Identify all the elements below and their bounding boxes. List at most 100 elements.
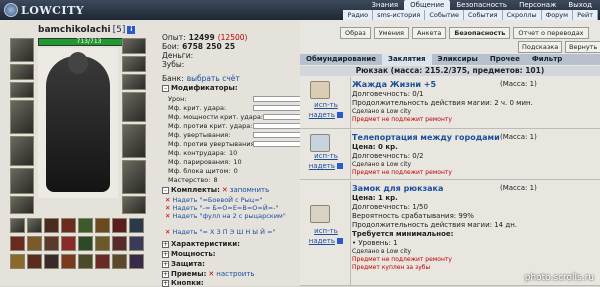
settings-icon[interactable]: ✕	[208, 270, 214, 278]
tab-elixirs[interactable]: Эликсиры	[432, 54, 484, 65]
wear-label[interactable]: надеть	[309, 111, 335, 119]
menu-item-knowledge[interactable]: Знания	[365, 0, 404, 10]
tab-spells[interactable]: Заклятия	[382, 54, 432, 65]
delete-kit-icon[interactable]: ✕	[165, 204, 170, 212]
submenu-item-events[interactable]: События	[464, 10, 503, 20]
wear-label[interactable]: надеть	[309, 237, 335, 245]
use-link[interactable]: исп-ть	[303, 227, 349, 235]
expand-icon[interactable]: +	[162, 261, 169, 268]
armor-slot[interactable]	[10, 136, 34, 166]
delete-kit-icon[interactable]: ✕	[165, 228, 170, 236]
expand-icon[interactable]: +	[162, 241, 169, 248]
return-button[interactable]: Вернуть	[565, 41, 600, 53]
remove-icon[interactable]: ✕	[222, 186, 228, 194]
info-icon[interactable]: i	[127, 26, 135, 34]
rune-slot-3[interactable]	[44, 254, 59, 269]
logo[interactable]: LOWCITY	[4, 2, 84, 18]
helmet-slot[interactable]	[10, 38, 34, 62]
remember-kit-link[interactable]: запомнить	[230, 186, 269, 194]
bank-select-link[interactable]: выбрать счёт	[187, 74, 240, 83]
expand-icon[interactable]: +	[162, 251, 169, 258]
tab-filter[interactable]: Фильтр	[526, 54, 568, 65]
menu-item-communication[interactable]: Общение	[404, 0, 450, 10]
spell-slot-3[interactable]	[44, 236, 59, 251]
delete-kit-icon[interactable]: ✕	[165, 196, 170, 204]
item-name[interactable]: Телепортация между городами	[352, 133, 500, 142]
wear-label[interactable]: надеть	[309, 162, 335, 170]
spell-slot-2[interactable]	[27, 236, 42, 251]
submenu-item-forum[interactable]: Форум	[542, 10, 573, 20]
rune-slot-5[interactable]	[78, 254, 93, 269]
belt-item-5[interactable]	[78, 218, 93, 233]
belt-item-1[interactable]	[10, 218, 25, 233]
spell-slot-1[interactable]	[10, 236, 25, 251]
ring-slot-1[interactable]	[122, 38, 146, 54]
leggings-slot[interactable]	[122, 160, 146, 194]
use-link[interactable]: исп-ть	[303, 152, 349, 160]
kit-item[interactable]: ✕Надеть "=БоевоЙ с Рыц="	[165, 196, 263, 204]
boots-right-slot[interactable]	[122, 196, 146, 214]
rune-slot-7[interactable]	[112, 254, 127, 269]
rune-slot-6[interactable]	[95, 254, 110, 269]
belt-item-4[interactable]	[61, 218, 76, 233]
belt-item-8[interactable]	[129, 218, 144, 233]
power-section[interactable]: +Мощность:	[162, 250, 216, 258]
kit-link[interactable]: Надеть "фулл на 2 с рыцарским"	[172, 212, 285, 220]
use-link[interactable]: исп-ть	[303, 101, 349, 109]
menu-item-character[interactable]: Персонаж	[513, 0, 562, 10]
security-button[interactable]: Безопасность	[449, 27, 510, 39]
kit-item[interactable]: ✕Надеть "фулл на 2 с рыцарским"	[165, 212, 300, 220]
menu-item-security[interactable]: Безопасность	[450, 0, 513, 10]
spell-slot-7[interactable]	[112, 236, 127, 251]
submenu-item-event[interactable]: Событие	[425, 10, 464, 20]
hint-button[interactable]: Подсказка	[518, 41, 562, 53]
expand-icon[interactable]: +	[162, 280, 169, 287]
info-icon[interactable]	[337, 163, 343, 169]
configure-link[interactable]: настроить	[216, 270, 254, 278]
spell-slot-6[interactable]	[95, 236, 110, 251]
delete-kit-icon[interactable]: ✕	[165, 212, 170, 220]
expand-icon[interactable]: +	[162, 271, 169, 278]
kit-link[interactable]: Надеть "-= Б=О=Е=В=О=Й=-"	[172, 204, 278, 212]
boots-left-slot[interactable]	[10, 196, 34, 214]
earrings-slot[interactable]	[10, 64, 34, 80]
belt-slot[interactable]	[10, 168, 34, 194]
defense-section[interactable]: +Защита:	[162, 260, 205, 268]
item-name[interactable]: Жажда Жизни +5	[352, 80, 436, 89]
kit-item[interactable]: ✕Надеть "-= Б=О=Е=В=О=Й=-"	[165, 204, 278, 212]
wear-link[interactable]: надеть	[303, 237, 349, 245]
submenu-item-scrolls[interactable]: Скроллы	[503, 10, 542, 20]
weapon-slot[interactable]	[10, 100, 34, 134]
item-name[interactable]: Замок для рюкзака	[352, 184, 443, 193]
rune-slot-4[interactable]	[61, 254, 76, 269]
collapse-icon[interactable]: –	[162, 187, 169, 194]
info-icon[interactable]	[337, 238, 343, 244]
character-name[interactable]: bamchikolachi	[38, 25, 111, 35]
submenu-item-radio[interactable]: Радио	[343, 10, 373, 20]
belt-item-6[interactable]	[95, 218, 110, 233]
tab-other[interactable]: Прочее	[484, 54, 526, 65]
kit-link[interactable]: Надеть "=БоевоЙ с Рыц="	[172, 196, 262, 204]
kit-item[interactable]: ✕Надеть "= Х З П Э Ш Н Ы Й ="	[165, 228, 275, 236]
rune-slot-8[interactable]	[129, 254, 144, 269]
kit-link[interactable]: Надеть "= Х З П Э Ш Н Ы Й ="	[172, 228, 275, 236]
transfer-report-button[interactable]: Отчет о переводах	[513, 27, 588, 39]
info-icon[interactable]	[337, 112, 343, 118]
submenu-item-rating[interactable]: Рейт	[573, 10, 598, 20]
belt-item-7[interactable]	[112, 218, 127, 233]
wear-link[interactable]: надеть	[303, 162, 349, 170]
rune-slot-1[interactable]	[10, 254, 25, 269]
spell-slot-5[interactable]	[78, 236, 93, 251]
submenu-item-sms-history[interactable]: sms-история	[373, 10, 425, 20]
skills-button[interactable]: Умения	[374, 27, 409, 39]
amulet-slot[interactable]	[10, 82, 34, 98]
collapse-icon[interactable]: –	[162, 85, 169, 92]
spell-slot-8[interactable]	[129, 236, 144, 251]
ring-slot-3[interactable]	[122, 74, 146, 90]
kits-section-header[interactable]: – Комплекты: ✕ запомнить	[162, 186, 269, 194]
tab-equipment[interactable]: Обмундирование	[300, 54, 382, 65]
rune-slot-2[interactable]	[27, 254, 42, 269]
spell-slot-4[interactable]	[61, 236, 76, 251]
characteristics-section[interactable]: +Характеристики:	[162, 240, 240, 248]
shield-slot[interactable]	[122, 124, 146, 158]
